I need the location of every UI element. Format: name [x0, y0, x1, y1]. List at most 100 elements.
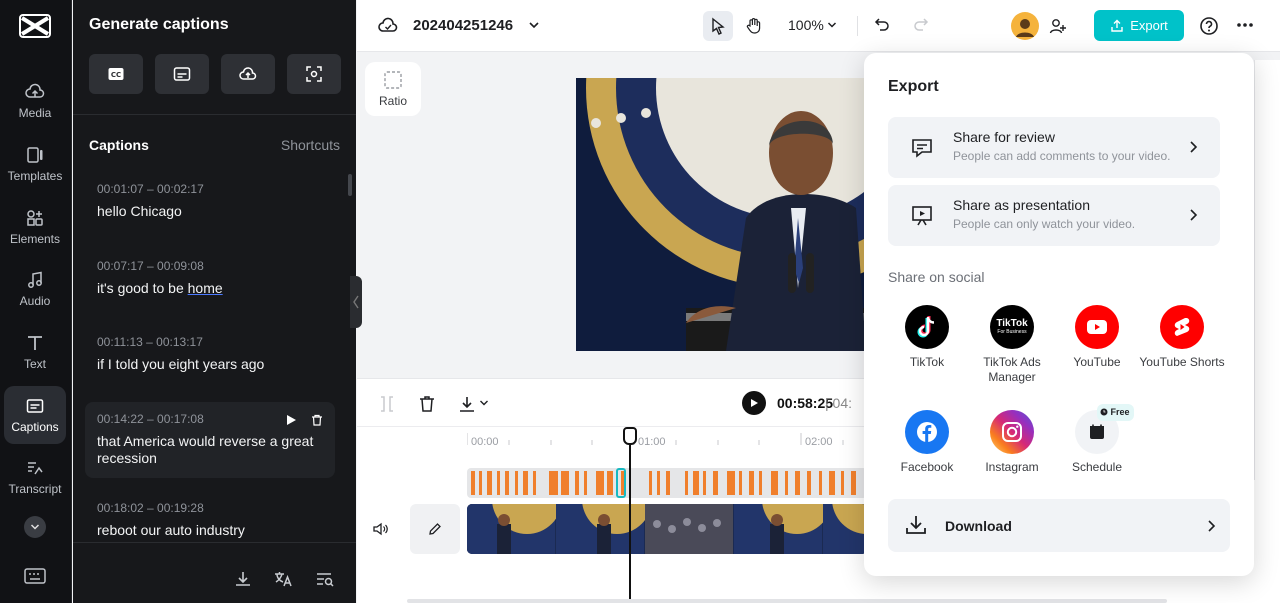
caption-actions — [285, 414, 323, 426]
share-schedule[interactable]: Free Schedule — [1052, 404, 1142, 475]
play-icon[interactable] — [285, 414, 297, 426]
presentation-icon — [912, 206, 932, 226]
edit-cover-button[interactable] — [410, 504, 460, 554]
help-icon[interactable] — [1199, 16, 1219, 36]
total-time-value: 04: — [832, 395, 852, 411]
download-icon[interactable] — [233, 570, 253, 588]
rail-elements[interactable]: Elements — [4, 198, 66, 256]
share-tiktok-ads-manager[interactable]: TikTok For Business TikTok Ads Manager — [967, 305, 1057, 385]
rail-more-button[interactable] — [24, 516, 46, 538]
project-name[interactable]: 202404251246 — [413, 17, 513, 34]
video-track[interactable] — [467, 504, 867, 554]
download-label: Download — [945, 518, 1012, 534]
caption-text[interactable]: if I told you eight years ago — [97, 356, 323, 373]
music-note-icon — [28, 271, 42, 288]
time-ruler[interactable] — [467, 431, 867, 445]
video-preview[interactable] — [576, 78, 866, 351]
chevron-down-icon[interactable] — [479, 399, 489, 407]
auto-captions-button[interactable]: CC — [89, 54, 143, 94]
rail-label-audio: Audio — [19, 294, 51, 308]
caption-item-active[interactable]: 00:14:22 – 00:17:08 that America would r… — [85, 402, 335, 478]
undo-icon[interactable] — [874, 17, 890, 33]
panel-collapse-handle[interactable] — [350, 276, 362, 328]
subtitle-icon — [173, 67, 191, 81]
ratio-button[interactable]: Ratio — [365, 62, 421, 116]
play-button[interactable] — [742, 391, 766, 415]
cloud-upload-icon — [25, 83, 45, 98]
caption-text[interactable]: that America would reverse a great reces… — [97, 433, 323, 467]
caption-item[interactable]: 00:18:02 – 00:19:28 reboot our auto indu… — [85, 491, 335, 549]
share-for-review-option[interactable]: Share for review People can add comments… — [888, 117, 1220, 178]
download-icon[interactable] — [457, 395, 477, 413]
shortcuts-link[interactable]: Shortcuts — [281, 137, 340, 153]
schedule-label: Schedule — [1071, 460, 1123, 474]
playhead-handle[interactable] — [623, 427, 637, 445]
share-instagram[interactable]: Instagram — [967, 410, 1057, 475]
scrollbar[interactable] — [348, 174, 352, 196]
ratio-label: Ratio — [378, 94, 407, 108]
caption-item[interactable]: 00:01:07 – 00:02:17 hello Chicago — [85, 172, 335, 230]
facebook-label: Facebook — [900, 460, 954, 474]
rail-templates[interactable]: Templates — [4, 135, 66, 193]
cloud-icon[interactable] — [378, 16, 398, 34]
volume-icon[interactable] — [372, 522, 388, 536]
export-label: Export — [1130, 18, 1168, 33]
ratio-icon — [384, 71, 402, 89]
share-youtube[interactable]: YouTube — [1052, 305, 1142, 370]
caption-item[interactable]: 00:11:13 – 00:13:17 if I told you eight … — [85, 325, 335, 383]
caption-time: 00:01:07 – 00:02:17 — [97, 182, 204, 196]
rail-audio[interactable]: Audio — [4, 260, 66, 318]
chevron-down-icon[interactable] — [827, 21, 837, 29]
rail-captions[interactable]: Captions — [4, 386, 66, 444]
rail-label-transcript: Transcript — [8, 482, 62, 496]
export-button[interactable]: Export — [1094, 10, 1184, 41]
avatar[interactable] — [1011, 12, 1039, 40]
caption-track[interactable] — [467, 468, 867, 498]
divider — [73, 114, 356, 115]
select-tool-button[interactable] — [703, 11, 733, 41]
captions-panel: Generate captions CC Captions Shortcuts … — [73, 0, 356, 603]
upload-captions-button[interactable] — [221, 54, 275, 94]
redo-icon[interactable] — [913, 17, 929, 33]
caption-item[interactable]: 00:07:17 – 00:09:08 it's good to be home — [85, 249, 335, 307]
trash-icon[interactable] — [417, 395, 437, 413]
tiktok-business-logo-text: TikTok — [996, 317, 1028, 329]
facebook-icon — [905, 410, 949, 454]
rail-text[interactable]: Text — [4, 323, 66, 381]
zoom-level[interactable]: 100% — [788, 17, 824, 33]
download-option[interactable]: Download — [888, 499, 1230, 552]
total-time: | 04: — [825, 395, 852, 411]
share-tiktok[interactable]: TikTok — [882, 305, 972, 370]
caption-text[interactable]: it's good to be home — [97, 280, 323, 297]
pencil-icon — [429, 523, 441, 535]
youtube-label: YouTube — [1073, 355, 1121, 369]
hand-tool-button[interactable] — [739, 11, 769, 41]
clock-icon — [1100, 408, 1108, 416]
left-rail: Media Templates Elements Audio Text Capt… — [0, 0, 72, 603]
rail-label-media: Media — [18, 106, 52, 120]
share-youtube-shorts[interactable]: YouTube Shorts — [1137, 305, 1227, 370]
add-collaborator-icon[interactable] — [1049, 17, 1067, 35]
translate-icon[interactable] — [273, 570, 293, 588]
manual-captions-button[interactable] — [155, 54, 209, 94]
search-list-icon[interactable] — [315, 570, 335, 588]
chevron-down-icon[interactable] — [528, 20, 540, 30]
share-as-presentation-option[interactable]: Share as presentation People can only wa… — [888, 185, 1220, 246]
trash-icon[interactable] — [311, 414, 323, 426]
horizontal-scrollbar[interactable] — [407, 599, 1167, 603]
rail-label-text: Text — [23, 357, 46, 371]
rail-media[interactable]: Media — [4, 72, 66, 130]
caption-text[interactable]: hello Chicago — [97, 203, 323, 220]
capcut-logo[interactable] — [18, 12, 52, 40]
cc-icon: CC — [108, 68, 124, 80]
transcript-icon — [28, 462, 43, 475]
more-icon[interactable] — [1236, 22, 1254, 28]
rail-transcript[interactable]: Transcript — [4, 448, 66, 506]
keyboard-icon[interactable] — [24, 567, 46, 585]
lyrics-recognition-button[interactable] — [287, 54, 341, 94]
share-facebook[interactable]: Facebook — [882, 410, 972, 475]
split-icon[interactable] — [377, 395, 397, 413]
panel-title: Generate captions — [89, 16, 229, 33]
playhead[interactable] — [629, 427, 631, 599]
caption-text[interactable]: reboot our auto industry — [97, 522, 323, 539]
